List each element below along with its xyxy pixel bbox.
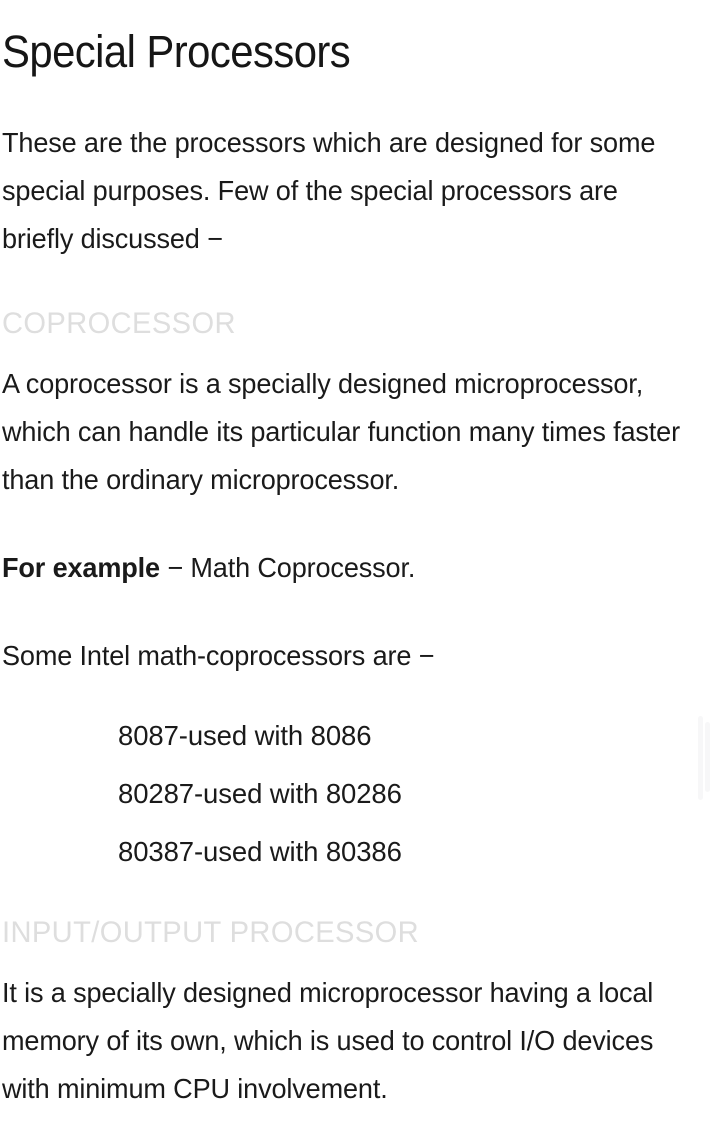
coprocessor-model-list: 8087-used with 8086 80287-used with 8028…: [118, 722, 402, 866]
example-text: − Math Coprocessor.: [159, 552, 416, 583]
page-edge-artifact: [694, 714, 714, 804]
list-item: 8087-used with 8086: [118, 720, 372, 751]
intel-coprocessors-intro: Some Intel math-coprocessors are −: [2, 640, 435, 671]
list-item: 80387-used with 80386: [118, 836, 402, 867]
page-title: Special Processors: [2, 26, 351, 77]
example-label: For example: [2, 552, 160, 583]
document-page: Special Processors These are the process…: [0, 0, 719, 1139]
coprocessor-example-paragraph: For example − Math Coprocessor.: [2, 544, 692, 592]
coprocessor-paragraph: A coprocessor is a specially designed mi…: [2, 368, 680, 495]
section-heading-coprocessor: COPROCESSOR: [2, 307, 236, 340]
list-item: 80287-used with 80286: [118, 778, 402, 809]
intro-paragraph: These are the processors which are desig…: [2, 127, 656, 254]
input-output-processor-paragraph: It is a specially designed microprocesso…: [2, 977, 654, 1104]
section-heading-input-output-processor: INPUT/OUTPUT PROCESSOR: [2, 916, 420, 949]
